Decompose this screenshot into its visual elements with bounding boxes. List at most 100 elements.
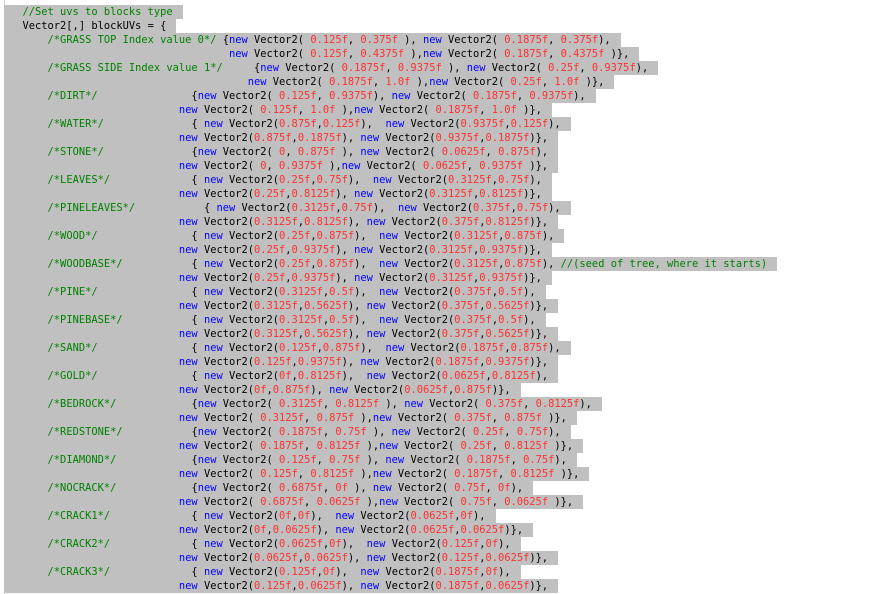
code-number: 0.0625f — [297, 580, 342, 592]
code-keyword: new — [216, 202, 236, 214]
code-text: )}, — [523, 244, 542, 256]
code-line[interactable]: /*GOLD*/ { new Vector2(0f,0.8125f), new … — [4, 369, 559, 383]
code-line[interactable]: new Vector2(0f,0.0625f), new Vector2(0.0… — [4, 523, 534, 537]
code-line[interactable]: new Vector2(0.0625f,0.0625f), new Vector… — [4, 551, 559, 565]
code-line[interactable]: new Vector2( 0.6875f, 0.0625f ),new Vect… — [4, 495, 584, 509]
code-line[interactable]: /*SAND*/ { new Vector2(0.125f,0.875f), n… — [4, 341, 571, 355]
code-text: Vector2( — [379, 146, 442, 158]
code-number: 0.1875f — [504, 48, 549, 60]
code-line[interactable]: new Vector2(0.3125f,0.8125f), new Vector… — [4, 215, 559, 229]
code-line[interactable]: /*BEDROCK*/ {new Vector2( 0.3125f, 0.812… — [4, 397, 602, 411]
code-text: , — [316, 90, 330, 102]
code-number: 0.8125f — [535, 398, 580, 410]
code-line[interactable]: /*STONE*/ {new Vector2( 0, 0.875f ), new… — [4, 145, 559, 159]
code-line[interactable]: /*WOOD*/ { new Vector2(0.25f,0.875f), ne… — [4, 229, 565, 243]
code-keyword: new — [397, 202, 417, 214]
code-text: Vector2( — [197, 132, 254, 144]
code-line[interactable]: new Vector2( 0.1875f, 1.0f ),new Vector2… — [4, 75, 615, 89]
code-line[interactable]: /*PINEBASE*/ { new Vector2(0.3125f,0.5f)… — [4, 313, 546, 327]
code-line[interactable]: /*WOODBASE*/ { new Vector2(0.25f,0.875f)… — [4, 257, 778, 271]
code-number: 0.9375f — [279, 160, 323, 172]
code-text: ), — [397, 34, 423, 46]
code-keyword: new — [178, 496, 198, 508]
code-line[interactable]: new Vector2(0.25f,0.8125f), new Vector2(… — [4, 187, 552, 201]
code-text: { — [97, 370, 204, 382]
code-text: Vector2( — [197, 160, 261, 172]
code-text: , — [491, 496, 505, 508]
code-line[interactable]: Vector2[,] blockUVs = { — [4, 19, 177, 33]
code-number: 0.75f — [516, 202, 549, 214]
code-editor[interactable]: //Set uvs to blocks type Vector2[,] bloc… — [0, 0, 869, 594]
code-number: 0.5625f — [485, 300, 530, 312]
code-text: ), — [366, 426, 392, 438]
code-text: , — [297, 104, 311, 116]
code-line[interactable]: /*PINE*/ { new Vector2(0.3125f,0.5f), ne… — [4, 285, 546, 299]
code-line[interactable]: /*DIRT*/ {new Vector2( 0.125f, 0.9375f),… — [4, 89, 596, 103]
code-keyword: new — [360, 146, 380, 158]
code-line[interactable]: /*CRACK1*/ { new Vector2(0f,0f), new Vec… — [4, 509, 496, 523]
code-text: , — [466, 160, 480, 172]
code-text: Vector2( — [404, 342, 461, 354]
code-keyword: new — [203, 342, 223, 354]
code-line[interactable]: new Vector2(0f,0.875f), new Vector2(0.06… — [4, 383, 521, 397]
code-line[interactable]: new Vector2( 0.125f, 0.8125f ),new Vecto… — [4, 467, 590, 481]
code-number: 0.5f — [329, 314, 355, 326]
code-line[interactable]: new Vector2( 0.125f, 0.4375f ),new Vecto… — [4, 47, 640, 61]
code-line[interactable]: new Vector2(0.875f,0.1875f), new Vector2… — [4, 131, 559, 145]
code-line[interactable]: /*WATER*/ { new Vector2(0.875f,0.125f), … — [4, 117, 571, 131]
code-number: 0.0625f — [316, 496, 361, 508]
code-text: ), — [579, 398, 592, 410]
code-line[interactable]: new Vector2(0.125f,0.0625f), new Vector2… — [4, 579, 559, 593]
code-line[interactable]: /*PINELEAVES*/ { new Vector2(0.3125f,0.7… — [4, 201, 571, 215]
code-number: 0.125f — [279, 566, 317, 578]
code-number: 0.0625f — [441, 370, 486, 382]
code-line[interactable]: /*CRACK2*/ { new Vector2(0.0625f,0f), ne… — [4, 537, 521, 551]
code-number: 0.9375f — [460, 118, 505, 130]
code-text: Vector2( — [391, 468, 455, 480]
code-number: 0f — [460, 510, 474, 522]
code-number: 0.8125f — [504, 440, 549, 452]
code-line[interactable]: //Set uvs to blocks type — [4, 5, 183, 19]
code-line[interactable]: new Vector2(0.25f,0.9375f), new Vector2(… — [4, 243, 552, 257]
code-line[interactable]: new Vector2(0.3125f,0.5625f), new Vector… — [4, 299, 559, 313]
code-line[interactable]: new Vector2( 0.1875f, 0.8125f ),new Vect… — [4, 439, 584, 453]
code-text: Vector2( — [197, 188, 254, 200]
code-text: )}, — [554, 468, 580, 480]
code-number: 0.25f — [254, 272, 286, 284]
code-line[interactable]: /*GRASS SIDE Index value 1*/ {new Vector… — [4, 61, 659, 75]
code-text: Vector2( — [391, 412, 455, 424]
code-number: 0.8125f — [304, 216, 348, 228]
code-line[interactable]: /*REDSTONE*/ {new Vector2( 0.1875f, 0.75… — [4, 425, 571, 439]
code-line[interactable]: /*CRACK3*/ { new Vector2(0.125f,0f), new… — [4, 565, 521, 579]
code-text: { — [110, 566, 204, 578]
code-line[interactable]: new Vector2( 0, 0.9375f ),new Vector2( 0… — [4, 159, 559, 173]
code-line[interactable]: new Vector2(0.3125f,0.5625f), new Vector… — [4, 327, 559, 341]
code-keyword: new — [197, 146, 217, 158]
code-text: ), — [441, 62, 467, 74]
code-line[interactable]: new Vector2( 0.3125f, 0.875f ),new Vecto… — [4, 411, 577, 425]
code-line[interactable]: /*GRASS TOP Index value 0*/ {new Vector2… — [4, 33, 621, 47]
code-text: , — [347, 34, 361, 46]
code-text: ), — [548, 118, 561, 130]
code-text: ), — [541, 258, 561, 270]
code-number: 0.125f — [279, 90, 317, 102]
code-line[interactable]: /*NOCRACK*/ {new Vector2( 0.6875f, 0f ),… — [4, 481, 534, 495]
code-line[interactable]: new Vector2(0.25f,0.9375f), new Vector2(… — [4, 271, 552, 285]
code-line[interactable]: new Vector2(0.125f,0.9375f), new Vector2… — [4, 355, 559, 369]
code-line[interactable]: /*DIAMOND*/ {new Vector2( 0.125f, 0.75f … — [4, 453, 577, 467]
code-line[interactable]: new Vector2( 0.125f, 1.0f ),new Vector2(… — [4, 103, 552, 117]
code-number: 0.9375f — [329, 90, 373, 102]
code-text: , — [385, 62, 398, 74]
code-text: ), — [541, 230, 555, 242]
code-text: Vector2( — [385, 328, 442, 340]
code-text: { — [122, 426, 198, 438]
code-number: 0.3125f — [291, 202, 336, 214]
code-text: )}, — [579, 76, 605, 88]
code-line[interactable]: /*LEAVES*/ { new Vector2(0.25f,0.75f), n… — [4, 173, 552, 187]
code-number: 0.9375f — [297, 356, 342, 368]
code-text: ), — [354, 412, 373, 424]
